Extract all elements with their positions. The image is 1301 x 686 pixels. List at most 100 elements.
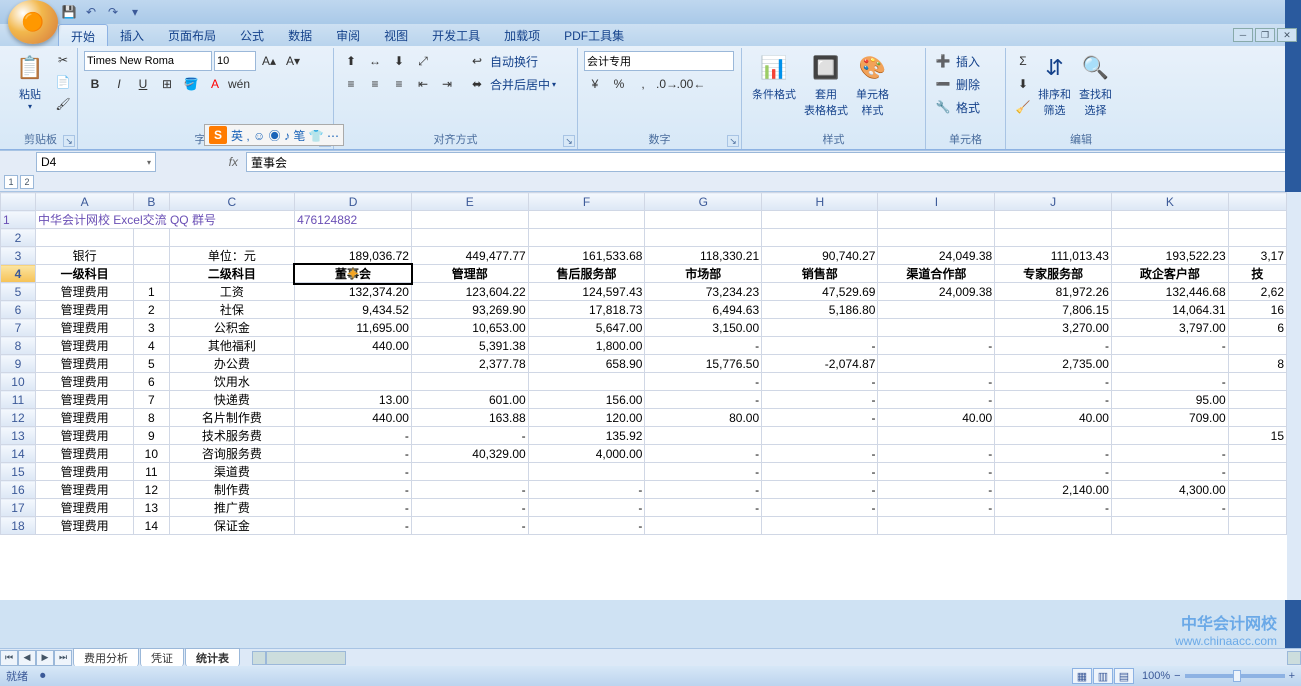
cell[interactable]: 93,269.90 (411, 301, 528, 319)
cell[interactable]: - (878, 337, 995, 355)
cell[interactable] (762, 319, 878, 337)
column-header[interactable] (1228, 193, 1286, 211)
zoom-slider[interactable] (1185, 674, 1285, 678)
cell[interactable]: 咨询服务费 (169, 445, 295, 463)
cell[interactable]: 渠道费 (169, 463, 295, 481)
cell[interactable]: 中华会计网校 Excel交流 QQ 群号 (35, 211, 294, 229)
cell[interactable] (645, 211, 762, 229)
ime-item[interactable]: 英 (231, 129, 243, 143)
cell[interactable]: 管理费用 (35, 517, 133, 535)
row-header[interactable]: 9 (1, 355, 36, 373)
cell[interactable]: 81,972.26 (995, 283, 1112, 301)
cell[interactable] (1111, 517, 1228, 535)
cell[interactable]: - (762, 409, 878, 427)
cell[interactable]: 其他福利 (169, 337, 295, 355)
cell[interactable]: - (1111, 463, 1228, 481)
outline-level-2[interactable]: 2 (20, 175, 34, 189)
cell[interactable]: 9,434.52 (295, 301, 412, 319)
cell[interactable]: 449,477.77 (411, 247, 528, 265)
fill-color-icon[interactable]: 🪣 (180, 74, 202, 94)
first-sheet-button[interactable]: ⏮ (0, 650, 18, 666)
cell[interactable]: - (995, 499, 1112, 517)
cell[interactable]: 118,330.21 (645, 247, 762, 265)
font-size-combo[interactable] (214, 51, 256, 71)
cell[interactable]: 7 (134, 391, 169, 409)
cell[interactable]: 管理部 (411, 265, 528, 283)
next-sheet-button[interactable]: ▶ (36, 650, 54, 666)
cell[interactable] (995, 517, 1112, 535)
cell[interactable]: 14 (134, 517, 169, 535)
fill-icon[interactable]: ⬇ (1012, 74, 1034, 94)
cell[interactable]: 董事会✦ (295, 265, 412, 283)
cell[interactable]: - (295, 517, 412, 535)
cell[interactable]: - (995, 445, 1112, 463)
cell[interactable]: 市场部 (645, 265, 762, 283)
ime-item[interactable]: 笔 (293, 129, 305, 143)
column-header[interactable]: C (169, 193, 295, 211)
ribbon-tab-0[interactable]: 开始 (58, 24, 108, 46)
scroll-right-button[interactable] (1287, 651, 1301, 665)
align-middle-icon[interactable]: ↔ (364, 51, 386, 71)
cell-styles-button[interactable]: 🎨单元格 样式 (852, 50, 893, 120)
cell[interactable] (1228, 229, 1286, 247)
cell[interactable]: 15,776.50 (645, 355, 762, 373)
cell[interactable]: 公积金 (169, 319, 295, 337)
page-layout-view-button[interactable]: ▥ (1093, 668, 1113, 684)
sort-filter-button[interactable]: ⇵排序和 筛选 (1034, 50, 1075, 120)
cell[interactable]: 技 (1228, 265, 1286, 283)
cell[interactable] (1228, 445, 1286, 463)
cell[interactable]: - (995, 463, 1112, 481)
cell[interactable] (134, 229, 169, 247)
cell[interactable]: - (645, 373, 762, 391)
cell[interactable]: 13.00 (295, 391, 412, 409)
chevron-down-icon[interactable]: ▾ (147, 158, 151, 167)
cell[interactable]: 2,140.00 (995, 481, 1112, 499)
cell[interactable]: - (411, 427, 528, 445)
cell[interactable]: - (1111, 337, 1228, 355)
row-header[interactable]: 2 (1, 229, 36, 247)
office-button[interactable]: 🟠 (8, 0, 58, 44)
cell[interactable]: - (411, 517, 528, 535)
cell[interactable]: 2 (134, 301, 169, 319)
paste-button[interactable]: 📋 粘贴 ▾ (10, 50, 50, 113)
cell[interactable] (645, 517, 762, 535)
increase-decimal-icon[interactable]: .0→ (656, 74, 678, 94)
decrease-decimal-icon[interactable]: .00← (680, 74, 702, 94)
cell[interactable]: 40.00 (995, 409, 1112, 427)
cell[interactable]: 111,013.43 (995, 247, 1112, 265)
cell[interactable] (1228, 211, 1286, 229)
cell[interactable] (1228, 391, 1286, 409)
cell[interactable]: 709.00 (1111, 409, 1228, 427)
cell[interactable]: - (995, 337, 1112, 355)
undo-icon[interactable]: ↶ (82, 3, 100, 21)
table-format-button[interactable]: 🔲套用 表格格式 (800, 50, 852, 120)
zoom-out-button[interactable]: − (1174, 670, 1180, 682)
cell[interactable] (1228, 517, 1286, 535)
column-header[interactable]: J (995, 193, 1112, 211)
cell[interactable]: - (762, 337, 878, 355)
cell[interactable]: - (645, 499, 762, 517)
cell[interactable]: - (762, 481, 878, 499)
cell[interactable]: 快递费 (169, 391, 295, 409)
ime-item[interactable]: ☺ (253, 129, 265, 143)
cell[interactable]: - (878, 463, 995, 481)
cell[interactable]: - (878, 445, 995, 463)
cell[interactable] (1111, 211, 1228, 229)
format-cells-icon[interactable]: 🔧 (932, 97, 954, 117)
cell[interactable]: 4,300.00 (1111, 481, 1228, 499)
last-sheet-button[interactable]: ⏭ (54, 650, 72, 666)
cell[interactable]: 17,818.73 (528, 301, 645, 319)
comma-icon[interactable]: , (632, 74, 654, 94)
cell[interactable]: - (762, 391, 878, 409)
ribbon-tab-5[interactable]: 审阅 (324, 24, 372, 46)
cell[interactable]: 90,740.27 (762, 247, 878, 265)
row-header[interactable]: 5 (1, 283, 36, 301)
cell[interactable] (645, 229, 762, 247)
cell[interactable] (1228, 337, 1286, 355)
cell[interactable]: - (645, 391, 762, 409)
cell[interactable]: - (645, 445, 762, 463)
qat-dropdown-icon[interactable]: ▾ (126, 3, 144, 21)
align-top-icon[interactable]: ⬆ (340, 51, 362, 71)
cell[interactable] (762, 517, 878, 535)
cell[interactable] (411, 373, 528, 391)
